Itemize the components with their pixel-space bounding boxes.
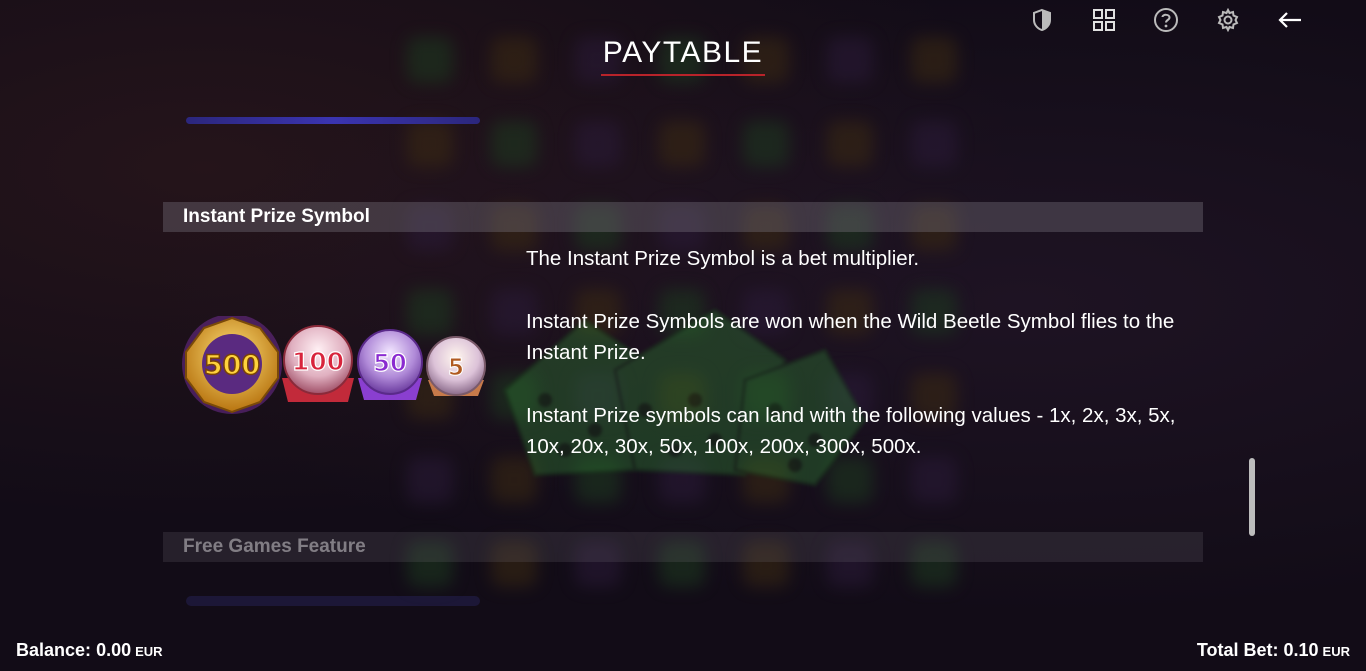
symbol-50: 50 (357, 329, 423, 400)
scrollbar-thumb[interactable] (1249, 458, 1255, 536)
top-toolbar (1026, 4, 1306, 36)
description-paragraph: The Instant Prize Symbol is a bet multip… (526, 247, 920, 270)
svg-text:500: 500 (204, 350, 260, 381)
section-heading-instant-prize: Instant Prize Symbol (163, 202, 1203, 232)
symbol-5: 5 (426, 336, 486, 396)
help-icon[interactable] (1150, 4, 1182, 36)
page-title-wrap: PAYTABLE (0, 36, 1366, 76)
symbol-500: 500 (182, 316, 282, 414)
bet-label: Total Bet: (1196, 640, 1279, 660)
page-title: PAYTABLE (600, 36, 766, 76)
balance-display: Balance: 0.00 EUR (16, 640, 163, 661)
instant-prize-description: The Instant Prize Symbol is a bet multip… (526, 243, 1196, 494)
bet-currency: EUR (1322, 644, 1350, 659)
grid-icon[interactable] (1088, 4, 1120, 36)
paytable-screen: PAYTABLE Instant Prize Symbol 500 100 50… (0, 0, 1366, 671)
svg-text:50: 50 (373, 349, 406, 377)
settings-icon[interactable] (1212, 4, 1244, 36)
instant-prize-symbols: 500 100 50 5 (182, 316, 486, 414)
total-bet-display: Total Bet: 0.10 EUR (1197, 640, 1350, 661)
balance-currency: EUR (135, 644, 163, 659)
svg-text:5: 5 (448, 355, 464, 381)
description-paragraph: Instant Prize symbols can land with the … (526, 404, 1176, 458)
section-heading-free-games: Free Games Feature (163, 532, 1203, 562)
previous-section-bar (186, 117, 480, 124)
svg-text:100: 100 (292, 347, 344, 376)
shield-icon[interactable] (1026, 4, 1058, 36)
balance-value: 0.00 (96, 640, 132, 660)
bet-value: 0.10 (1283, 640, 1319, 660)
next-section-bar (186, 596, 480, 606)
back-arrow-icon[interactable] (1274, 4, 1306, 36)
description-paragraph: Instant Prize Symbols are won when the W… (526, 310, 1175, 364)
symbol-100: 100 (282, 325, 354, 402)
balance-label: Balance: (16, 640, 92, 660)
